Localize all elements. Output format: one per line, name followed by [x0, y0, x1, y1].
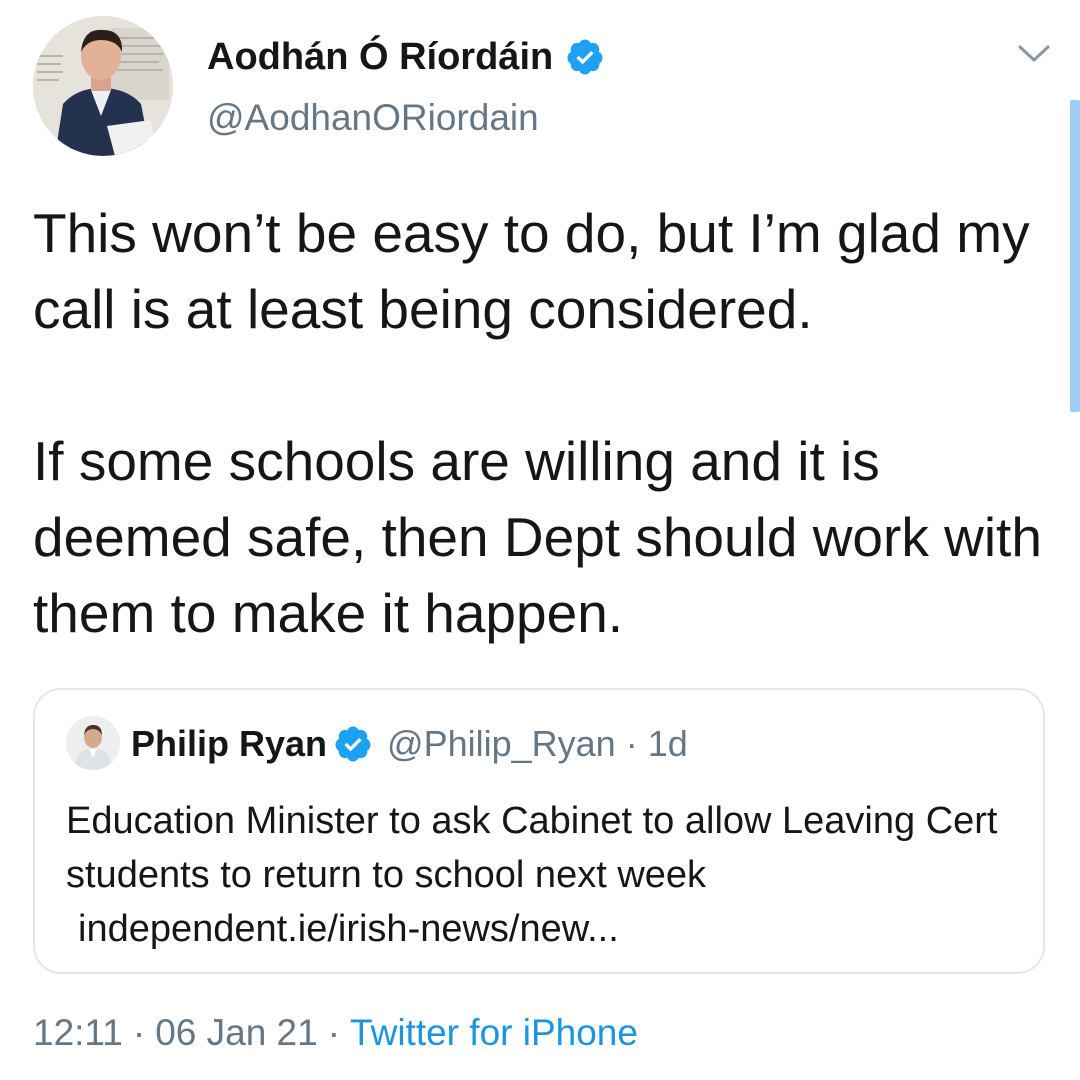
tweet-source-link[interactable]: Twitter for iPhone: [350, 1012, 638, 1054]
quoted-tweet-age[interactable]: 1d: [648, 723, 688, 765]
quoted-tweet-link[interactable]: independent.ie/irish-news/new...: [66, 902, 1026, 956]
tweet-time: 12:11: [33, 1012, 123, 1053]
quoted-author-avatar[interactable]: [66, 716, 120, 770]
chevron-down-icon[interactable]: [1014, 38, 1054, 68]
tweet-paragraph: If some schools are willing and it is de…: [33, 430, 1042, 644]
quoted-tweet-card[interactable]: Philip Ryan @Philip_Ryan · 1d Education …: [33, 688, 1045, 974]
quoted-author-handle[interactable]: @Philip_Ryan: [387, 723, 616, 765]
separator-dot: ·: [327, 1012, 341, 1053]
quoted-author-name[interactable]: Philip Ryan: [131, 723, 327, 765]
separator-dot: ·: [625, 723, 638, 764]
verified-badge-icon: [333, 724, 373, 764]
quoted-tweet-body: Education Minister to ask Cabinet to all…: [66, 794, 1026, 956]
tweet-paragraph: This won’t be easy to do, but I’m glad m…: [33, 202, 1030, 340]
author-name-row[interactable]: Aodhán Ó Ríordáin: [207, 32, 605, 82]
verified-badge-icon: [565, 37, 605, 77]
quoted-tweet-text: Education Minister to ask Cabinet to all…: [66, 800, 998, 896]
author-handle[interactable]: @AodhanORiordain: [207, 97, 539, 139]
scrollbar[interactable]: [1070, 100, 1080, 412]
tweet-metadata: 12:11 · 06 Jan 21 · Twitter for iPhone: [33, 1008, 638, 1058]
quoted-tweet-header: Philip Ryan @Philip_Ryan · 1d: [131, 720, 688, 768]
tweet-text: This won’t be easy to do, but I’m glad m…: [33, 195, 1043, 651]
separator-dot: ·: [132, 1012, 146, 1053]
tweet-date: 06 Jan 21: [155, 1012, 318, 1053]
author-avatar[interactable]: [33, 16, 173, 156]
author-display-name[interactable]: Aodhán Ó Ríordáin: [207, 36, 553, 79]
